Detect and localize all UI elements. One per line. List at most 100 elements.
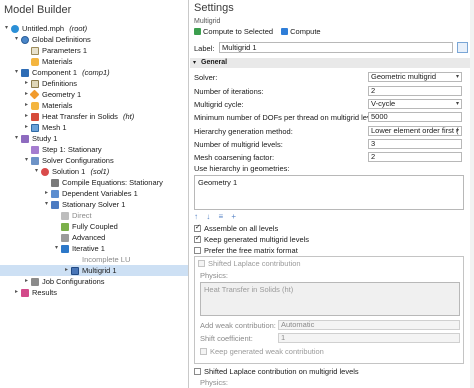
field-select[interactable]: Lower element order first (	[368, 126, 462, 136]
collapse-arrow-icon[interactable]: ▾	[33, 166, 40, 177]
tree-node-label: Solution 1	[52, 167, 86, 176]
job-node-icon	[31, 278, 39, 286]
tree-advanced[interactable]: Advanced	[0, 232, 188, 243]
physics-list[interactable]: Heat Transfer in Solids (ht)	[200, 282, 460, 316]
vertical-scrollbar[interactable]	[470, 0, 474, 388]
tree-node-label: Materials	[42, 101, 73, 110]
tree-compile-equations[interactable]: Compile Equations: Stationary	[0, 177, 188, 188]
collapse-arrow-icon[interactable]: ▾	[23, 155, 30, 166]
checkbox-disabled[interactable]	[198, 260, 205, 267]
tree-direct[interactable]: Direct	[0, 210, 188, 221]
tree-fully-coupled[interactable]: Fully Coupled	[0, 221, 188, 232]
keep-weak-contribution-checkbox[interactable]: Keep generated weak contribution	[200, 347, 324, 356]
checkbox-unchecked[interactable]	[194, 368, 201, 375]
tree-geometry-1[interactable]: ▸ Geometry 1	[0, 89, 188, 100]
def-node-icon	[31, 80, 39, 88]
expand-arrow-icon[interactable]: ▸	[23, 122, 30, 133]
tree-global-definitions[interactable]: ▾ Global Definitions	[0, 34, 188, 45]
tree-parameters-1[interactable]: Parameters 1	[0, 45, 188, 56]
keep-generated-levels-checkbox[interactable]: Keep generated multigrid levels	[194, 234, 309, 244]
toolbar: Compute to Selected Compute	[194, 27, 327, 36]
field-input[interactable]: 2	[368, 152, 462, 162]
tree-stationary-solver[interactable]: ▾ Stationary Solver 1	[0, 199, 188, 210]
compute-icon	[281, 28, 289, 35]
tree-root[interactable]: ▾ Untitled.mph (root)	[0, 23, 188, 34]
tree-dependent-variables[interactable]: ▸ Dependent Variables 1	[0, 188, 188, 199]
shift-coefficient-label: Shift coefficient:	[200, 334, 253, 343]
field-select[interactable]: Geometric multigrid	[368, 72, 462, 82]
tree-node-label: Multigrid 1	[82, 266, 117, 275]
geo-node-icon	[29, 89, 40, 100]
field-row: Number of iterations: 2	[194, 86, 466, 97]
tree-job-configurations[interactable]: ▸ Job Configurations	[0, 276, 188, 287]
tree-iterative-1[interactable]: ▾ Iterative 1	[0, 243, 188, 254]
tree-materials[interactable]: ▸ Materials	[0, 100, 188, 111]
expand-arrow-icon[interactable]: ▸	[63, 265, 70, 276]
section-general[interactable]: ▾ General	[190, 58, 474, 68]
param-node-icon	[31, 47, 39, 55]
list-item-physics[interactable]: Heat Transfer in Solids (ht)	[204, 285, 456, 294]
expand-arrow-icon[interactable]: ▸	[23, 100, 30, 111]
field-label: Minimum number of DOFs per thread on mul…	[194, 113, 383, 122]
tree-node-text: Solution 1 (sol1)	[52, 166, 109, 177]
tree-heat-transfer[interactable]: ▸ Heat Transfer in Solids (ht)	[0, 111, 188, 122]
label-row: Label: Multigrid 1	[194, 42, 468, 54]
compute-to-selected-button[interactable]: Compute to Selected	[194, 27, 273, 36]
tree-node-label: Results	[32, 288, 58, 297]
collapse-arrow-icon[interactable]: ▾	[3, 23, 10, 34]
tree-node-label: Job Configurations	[42, 277, 105, 286]
field-input[interactable]: 5000	[368, 112, 462, 122]
expand-arrow-icon[interactable]: ▸	[23, 276, 30, 287]
settings-panel: Settings Multigrid Compute to Selected C…	[190, 0, 474, 388]
tree-study-1[interactable]: ▾ Study 1	[0, 133, 188, 144]
list-toolbar[interactable]: ↑ ↓ ≡ +	[194, 212, 239, 221]
tree-solution-1[interactable]: ▾ Solution 1 (sol1)	[0, 166, 188, 177]
collapse-arrow-icon[interactable]: ▾	[43, 199, 50, 210]
field-input[interactable]: 2	[368, 86, 462, 96]
field-label: Hierarchy generation method:	[194, 127, 293, 136]
res-node-icon	[21, 289, 29, 297]
tree-node-label: Iterative 1	[72, 244, 105, 253]
checkbox-checked[interactable]	[194, 234, 201, 243]
step-node-icon	[31, 146, 39, 154]
field-select[interactable]: V-cycle	[368, 99, 462, 109]
checkbox-disabled[interactable]	[200, 348, 207, 355]
expand-arrow-icon[interactable]: ▸	[23, 78, 30, 89]
shifted-laplace-checkbox[interactable]: Shifted Laplace contribution	[198, 259, 301, 268]
expand-arrow-icon[interactable]: ▸	[43, 188, 50, 199]
collapse-arrow-icon[interactable]: ▾	[13, 34, 20, 45]
list-item-geometry[interactable]: Geometry 1	[198, 178, 460, 187]
tree-component-1[interactable]: ▾ Component 1 (comp1)	[0, 67, 188, 78]
assemble-all-levels-checkbox[interactable]: Assemble on all levels	[194, 223, 278, 233]
solcfg-node-icon	[31, 157, 39, 165]
add-weak-select[interactable]: Automatic	[278, 320, 460, 330]
tree-solver-configurations[interactable]: ▾ Solver Configurations	[0, 155, 188, 166]
expand-arrow-icon[interactable]: ▸	[23, 111, 30, 122]
tree-incomplete-lu[interactable]: Incomplete LU	[0, 254, 188, 265]
field-input[interactable]: 3	[368, 139, 462, 149]
tree-definitions[interactable]: ▸ Definitions	[0, 78, 188, 89]
collapse-arrow-icon[interactable]: ▾	[53, 243, 60, 254]
tree-global-materials[interactable]: Materials	[0, 56, 188, 67]
tree-step-1[interactable]: Step 1: Stationary	[0, 144, 188, 155]
shifted-laplace-levels-checkbox[interactable]: Shifted Laplace contribution on multigri…	[194, 367, 359, 376]
geometry-list[interactable]: Geometry 1	[194, 175, 464, 210]
tree-mesh-1[interactable]: ▸ Mesh 1	[0, 122, 188, 133]
tree-node-label: Study 1	[32, 134, 58, 143]
checkbox-checked[interactable]	[194, 223, 201, 232]
checkbox-unchecked[interactable]	[194, 247, 201, 254]
label-input[interactable]: Multigrid 1	[219, 42, 453, 53]
prefer-free-matrix-checkbox[interactable]: Prefer the free matrix format	[194, 246, 298, 255]
tree-node-label: Stationary Solver 1	[62, 200, 126, 209]
tree-multigrid-1[interactable]: ▸ Multigrid 1	[0, 265, 188, 276]
tree-results[interactable]: ▸ Results	[0, 287, 188, 298]
compute-button[interactable]: Compute	[281, 27, 321, 36]
tree-node-label: Advanced	[72, 233, 106, 242]
expand-arrow-icon[interactable]: ▸	[13, 287, 20, 298]
field-label: Number of multigrid levels:	[194, 140, 283, 149]
fully-node-icon	[61, 223, 69, 231]
collapse-arrow-icon[interactable]: ▾	[13, 67, 20, 78]
shift-coefficient-input[interactable]: 1	[278, 333, 460, 343]
collapse-arrow-icon[interactable]: ▾	[13, 133, 20, 144]
label-reset-button[interactable]	[457, 42, 468, 53]
